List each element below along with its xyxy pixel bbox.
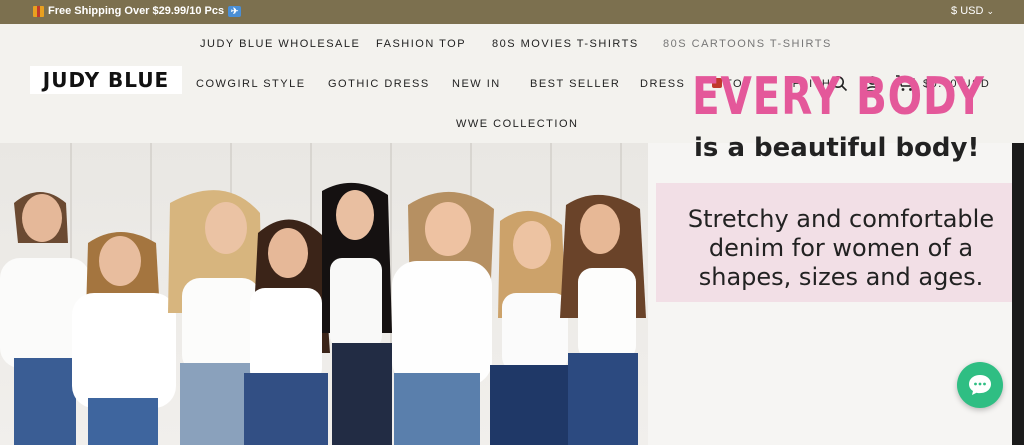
chat-bubble-icon [969,375,991,395]
shipping-promo-text: Free Shipping Over $29.99/10 Pcs [48,5,225,17]
nav-best-seller[interactable]: BEST SELLER [530,78,620,90]
nav-dress[interactable]: DRESS [640,78,685,90]
nav-cowgirl-style[interactable]: COWGIRL STYLE [196,78,306,90]
hero-body-text: Stretchy and comfortable denim for women… [676,205,1006,292]
shipping-promo: Free Shipping Over $29.99/10 Pcs ✈ [33,5,242,17]
nav-wwe-collection[interactable]: WWE COLLECTION [456,118,578,130]
nav-80s-movies-tshirts[interactable]: 80S MOVIES T-SHIRTS [492,38,639,50]
hero-headline: EVERY BODY [692,67,985,127]
airplane-icon: ✈ [228,5,242,17]
announcement-bar: Free Shipping Over $29.99/10 Pcs ✈ $ USD… [0,0,1024,24]
gift-icon [33,5,44,17]
nav-new-in[interactable]: NEW IN [452,78,501,90]
nav-gothic-dress[interactable]: GOTHIC DRESS [328,78,430,90]
logo-text: JUDY BLUE [42,68,170,92]
currency-label: $ USD [951,5,984,17]
hero-subheadline: is a beautiful body! [694,133,980,163]
hero-photo-group-of-women [0,143,648,445]
chevron-down-icon: ⌄ [986,5,994,16]
currency-selector[interactable]: $ USD ⌄ [951,5,994,17]
nav-80s-cartoons-tshirts[interactable]: 80S CARTOONS T-SHIRTS [663,38,832,50]
logo[interactable]: JUDY BLUE [30,66,182,94]
chat-button[interactable] [957,362,1003,408]
nav-fashion-top[interactable]: FASHION TOP [376,38,466,50]
hero-edge [1012,143,1024,445]
hero-body-line-1: Stretchy and comfortable [687,205,995,233]
nav-judy-blue-wholesale[interactable]: JUDY BLUE WHOLESALE [200,38,360,50]
hero-body-line-2: denim for women of a [708,234,974,262]
hero-body-line-3: shapes, sizes and ages. [698,263,984,291]
